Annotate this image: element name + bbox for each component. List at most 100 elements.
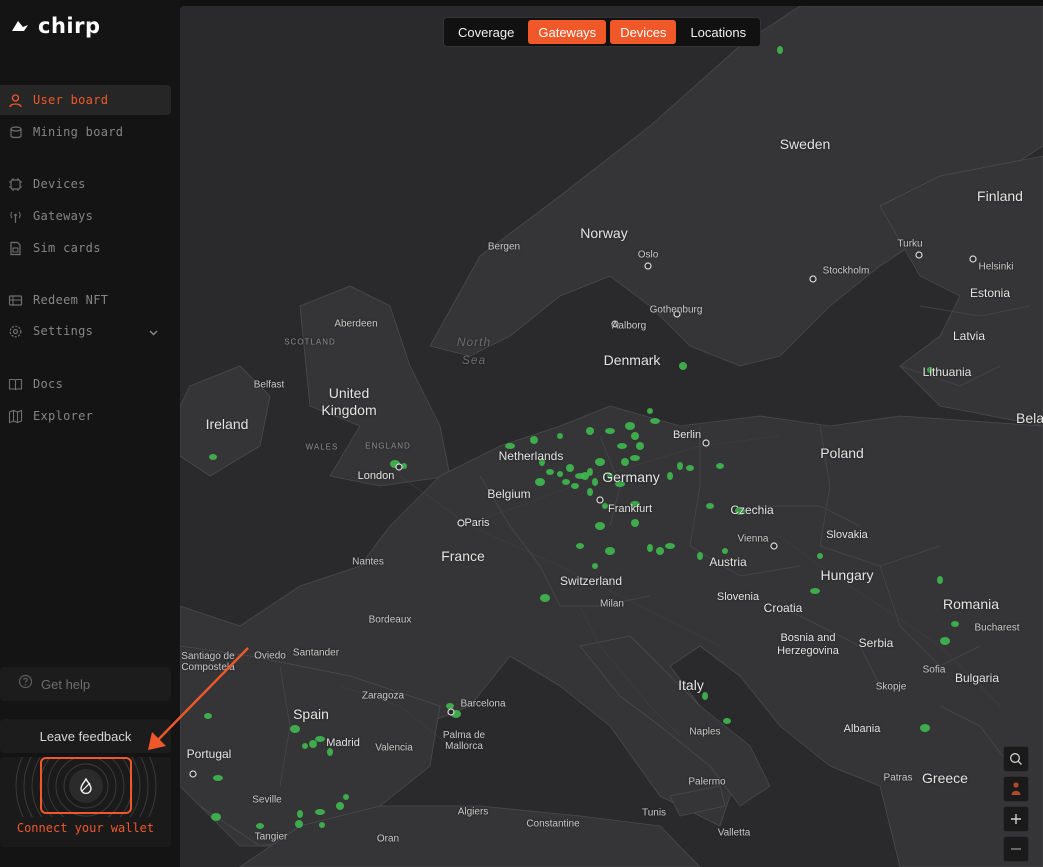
chevron-down-icon[interactable] bbox=[148, 325, 159, 343]
device-marker[interactable] bbox=[446, 703, 454, 709]
map-label-netherlands: Netherlands bbox=[498, 449, 564, 463]
device-marker[interactable] bbox=[706, 503, 714, 509]
map-label-slovakia: Slovakia bbox=[826, 529, 868, 541]
device-marker[interactable] bbox=[592, 563, 598, 569]
device-marker[interactable] bbox=[319, 822, 325, 828]
device-marker[interactable] bbox=[940, 637, 950, 645]
sidebar-item-user-board[interactable]: User board bbox=[0, 85, 171, 115]
device-marker[interactable] bbox=[302, 743, 308, 749]
map-search-button[interactable] bbox=[1003, 746, 1029, 772]
device-marker[interactable] bbox=[557, 433, 563, 439]
city-marker bbox=[809, 275, 817, 283]
sidebar-item-gateways[interactable]: Gateways bbox=[0, 201, 171, 231]
device-marker[interactable] bbox=[702, 692, 708, 700]
device-marker[interactable] bbox=[343, 794, 349, 800]
device-marker[interactable] bbox=[617, 443, 627, 449]
device-marker[interactable] bbox=[562, 479, 570, 485]
device-marker[interactable] bbox=[631, 519, 639, 527]
get-help-button[interactable]: Get help bbox=[0, 667, 171, 701]
device-marker[interactable] bbox=[665, 543, 675, 549]
sidebar-item-settings[interactable]: Settings bbox=[0, 316, 171, 346]
device-marker[interactable] bbox=[256, 823, 264, 829]
leave-feedback-label: Leave feedback bbox=[39, 728, 132, 744]
device-marker[interactable] bbox=[937, 576, 943, 584]
device-marker[interactable] bbox=[679, 362, 687, 370]
device-marker[interactable] bbox=[315, 736, 325, 742]
device-marker[interactable] bbox=[297, 810, 303, 818]
device-marker[interactable] bbox=[951, 621, 959, 627]
device-marker[interactable] bbox=[309, 740, 317, 748]
device-marker[interactable] bbox=[295, 820, 303, 828]
device-marker[interactable] bbox=[625, 422, 635, 430]
device-marker[interactable] bbox=[540, 594, 550, 602]
device-marker[interactable] bbox=[605, 428, 615, 434]
device-marker[interactable] bbox=[315, 809, 325, 815]
tab-gateways[interactable]: Gateways bbox=[528, 20, 607, 44]
device-marker[interactable] bbox=[211, 813, 221, 821]
map-pegman-button[interactable] bbox=[1003, 776, 1029, 802]
device-marker[interactable] bbox=[586, 427, 594, 435]
device-marker[interactable] bbox=[204, 713, 212, 719]
device-marker[interactable] bbox=[209, 454, 217, 460]
device-marker[interactable] bbox=[716, 463, 724, 469]
sidebar-item-redeem-nft[interactable]: Redeem NFT bbox=[0, 285, 171, 315]
sim-card-icon bbox=[8, 241, 23, 256]
map-label-north: North bbox=[456, 335, 492, 349]
leave-feedback-button[interactable]: Leave feedback bbox=[0, 719, 171, 753]
device-marker[interactable] bbox=[656, 547, 664, 555]
device-marker[interactable] bbox=[686, 465, 694, 471]
device-marker[interactable] bbox=[650, 418, 660, 424]
device-marker[interactable] bbox=[621, 458, 629, 466]
device-marker[interactable] bbox=[595, 458, 605, 466]
device-marker[interactable] bbox=[336, 802, 344, 810]
device-marker[interactable] bbox=[327, 748, 333, 756]
device-marker[interactable] bbox=[576, 543, 584, 549]
sidebar-item-devices[interactable]: Devices bbox=[0, 169, 171, 199]
device-marker[interactable] bbox=[605, 547, 615, 555]
device-marker[interactable] bbox=[587, 488, 593, 496]
connect-wallet-button[interactable] bbox=[40, 757, 132, 814]
device-marker[interactable] bbox=[636, 442, 644, 450]
tab-coverage[interactable]: Coverage bbox=[448, 20, 524, 44]
zoom-out-button[interactable] bbox=[1003, 836, 1029, 862]
tab-locations[interactable]: Locations bbox=[680, 20, 756, 44]
sidebar-item-mining-board[interactable]: Mining board bbox=[0, 117, 171, 147]
device-marker[interactable] bbox=[592, 478, 598, 486]
device-marker[interactable] bbox=[630, 455, 640, 461]
sidebar-item-sim-cards[interactable]: Sim cards bbox=[0, 233, 171, 263]
device-marker[interactable] bbox=[697, 552, 703, 560]
device-marker[interactable] bbox=[722, 548, 728, 554]
device-marker[interactable] bbox=[723, 718, 731, 724]
zoom-in-button[interactable] bbox=[1003, 806, 1029, 832]
device-marker[interactable] bbox=[647, 544, 653, 552]
device-marker[interactable] bbox=[571, 483, 579, 489]
sidebar-item-label: Explorer bbox=[33, 409, 94, 423]
device-marker[interactable] bbox=[557, 471, 563, 477]
device-marker[interactable] bbox=[920, 724, 930, 732]
device-markers-layer bbox=[189, 46, 977, 829]
device-marker[interactable] bbox=[631, 432, 639, 440]
map-label-sofia: Sofia bbox=[922, 664, 946, 676]
map-viewport[interactable]: Sweden Finland Norway Denmark Estonia La… bbox=[180, 6, 1043, 867]
sidebar-item-docs[interactable]: Docs bbox=[0, 369, 171, 399]
device-marker[interactable] bbox=[530, 436, 538, 444]
device-marker[interactable] bbox=[810, 588, 820, 594]
tab-devices[interactable]: Devices bbox=[610, 20, 677, 44]
device-marker[interactable] bbox=[595, 522, 605, 530]
device-marker[interactable] bbox=[566, 464, 574, 472]
connect-wallet-panel[interactable]: Connect your wallet bbox=[0, 757, 171, 847]
sidebar-item-explorer[interactable]: Explorer bbox=[0, 401, 171, 431]
device-marker[interactable] bbox=[667, 472, 673, 480]
chirp-logo[interactable]: chirp bbox=[10, 14, 101, 38]
device-marker[interactable] bbox=[581, 472, 589, 480]
device-marker[interactable] bbox=[777, 46, 783, 54]
device-marker[interactable] bbox=[213, 775, 223, 781]
city-marker bbox=[770, 542, 778, 550]
device-marker[interactable] bbox=[677, 462, 683, 470]
device-marker[interactable] bbox=[546, 469, 554, 475]
sidebar-item-label: User board bbox=[33, 93, 109, 107]
device-marker[interactable] bbox=[817, 553, 823, 559]
device-marker[interactable] bbox=[647, 408, 653, 414]
device-marker[interactable] bbox=[535, 478, 545, 486]
device-marker[interactable] bbox=[290, 725, 300, 733]
